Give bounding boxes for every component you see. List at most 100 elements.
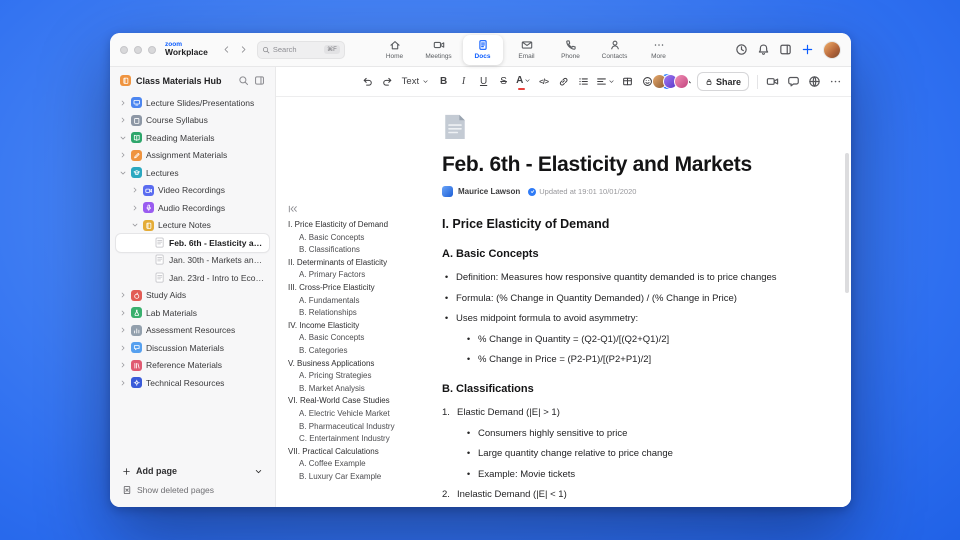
toc-item[interactable]: A. Coffee Example [288, 458, 434, 471]
toc-item[interactable]: B. Market Analysis [288, 383, 434, 396]
table-button[interactable] [620, 73, 635, 91]
toc-item[interactable]: B. Relationships [288, 307, 434, 320]
sidebar-item[interactable]: Study Aids [116, 287, 269, 305]
toc-item[interactable]: B. Luxury Car Example [288, 471, 434, 484]
text-color-button[interactable]: A [516, 73, 531, 91]
more-button[interactable] [829, 75, 842, 88]
sidebar-item[interactable]: Audio Recordings [116, 199, 269, 217]
plus-button[interactable] [801, 43, 814, 56]
document-title[interactable]: Feb. 6th - Elasticity and Markets [442, 153, 838, 177]
redo-button[interactable] [380, 73, 395, 91]
show-deleted-pages-button[interactable]: Show deleted pages [122, 485, 263, 495]
bold-button[interactable]: B [436, 73, 451, 91]
tab-meetings[interactable]: Meetings [419, 35, 459, 65]
toc-item[interactable]: B. Categories [288, 345, 434, 358]
sidebar-item[interactable]: Reading Materials [116, 129, 269, 147]
maximize-window-button[interactable] [148, 45, 156, 54]
chevron-right-icon[interactable] [118, 361, 127, 370]
chevron-right-icon[interactable] [118, 116, 127, 125]
toc-item[interactable]: B. Pharmaceutical Industry [288, 421, 434, 434]
toc-item[interactable]: IV. Income Elasticity [288, 320, 434, 333]
document-content[interactable]: Feb. 6th - Elasticity and Markets Mauric… [442, 97, 838, 507]
sidebar-item[interactable]: Technical Resources [116, 374, 269, 392]
forward-button[interactable] [235, 41, 252, 58]
italic-button[interactable]: I [456, 73, 471, 91]
chevron-down-icon[interactable] [118, 168, 127, 177]
toc-item[interactable]: B. Classifications [288, 244, 434, 257]
chevron-right-icon[interactable] [118, 308, 127, 317]
chevron-right-icon[interactable] [118, 291, 127, 300]
chevron-right-icon[interactable] [118, 378, 127, 387]
history-button[interactable] [735, 43, 748, 56]
plus-icon [122, 467, 131, 476]
scrollbar-thumb[interactable] [845, 153, 849, 293]
tab-home[interactable]: Home [375, 35, 415, 65]
sidebar-item[interactable]: Video Recordings [116, 182, 269, 200]
back-button[interactable] [218, 41, 235, 58]
collaborator-avatar[interactable] [673, 74, 689, 89]
bell-button[interactable] [757, 43, 770, 56]
document-area[interactable]: I. Price Elasticity of Demand A. Basic Co… [276, 97, 851, 507]
toc-item[interactable]: A. Basic Concepts [288, 332, 434, 345]
sidebar-item[interactable]: Feb. 6th - Elasticity and M... [116, 234, 269, 252]
tab-more[interactable]: More [639, 35, 679, 65]
tab-docs[interactable]: Docs [462, 34, 503, 65]
chevron-right-icon[interactable] [118, 326, 127, 335]
comment-button[interactable] [787, 75, 800, 88]
add-page-options-chevron-icon[interactable] [254, 467, 263, 476]
globe-button[interactable] [808, 75, 821, 88]
sidebar-item[interactable]: Discussion Materials [116, 339, 269, 357]
chevron-right-icon[interactable] [118, 151, 127, 160]
sidebar-item[interactable]: Lectures [116, 164, 269, 182]
toc-item[interactable]: III. Cross-Price Elasticity [288, 282, 434, 295]
chevron-down-icon[interactable] [130, 221, 139, 230]
text-style-select[interactable]: Text [400, 76, 431, 87]
toc-item[interactable]: A. Pricing Strategies [288, 370, 434, 383]
share-button[interactable]: Share [696, 72, 749, 91]
collapse-sidebar-icon[interactable] [254, 75, 265, 86]
tab-contacts[interactable]: Contacts [595, 35, 635, 65]
close-window-button[interactable] [120, 45, 128, 54]
sidebar-item[interactable]: Lecture Slides/Presentations [116, 94, 269, 112]
toc-item[interactable]: I. Price Elasticity of Demand [288, 219, 434, 232]
sidebar-item[interactable]: Jan. 30th - Markets and P... [116, 252, 269, 270]
toc-item[interactable]: A. Fundamentals [288, 295, 434, 308]
toc-item[interactable]: II. Determinants of Elasticity [288, 257, 434, 270]
global-search[interactable]: Search ⌘F [256, 40, 345, 59]
tab-email[interactable]: Email [507, 35, 547, 65]
toc-item[interactable]: VII. Practical Calculations [288, 446, 434, 459]
toc-item[interactable]: A. Basic Concepts [288, 232, 434, 245]
toc-item[interactable]: V. Business Applications [288, 358, 434, 371]
minimize-window-button[interactable] [134, 45, 142, 54]
chevron-right-icon[interactable] [130, 186, 139, 195]
toc-item[interactable]: C. Entertainment Industry [288, 433, 434, 446]
toc-item[interactable]: A. Electric Vehicle Market [288, 408, 434, 421]
user-avatar[interactable] [823, 40, 841, 59]
sidebar-item[interactable]: Lab Materials [116, 304, 269, 322]
sidebar-item[interactable]: Lecture Notes [116, 217, 269, 235]
chevron-right-icon[interactable] [118, 343, 127, 352]
sidebar-item[interactable]: Course Syllabus [116, 112, 269, 130]
video-button[interactable] [766, 75, 779, 88]
tab-phone[interactable]: Phone [551, 35, 591, 65]
chevron-down-icon[interactable] [118, 133, 127, 142]
toc-item[interactable]: A. Primary Factors [288, 269, 434, 282]
chevron-right-icon[interactable] [130, 203, 139, 212]
sidebar-item[interactable]: Jan. 23rd - Intro to Econo... [116, 269, 269, 287]
undo-button[interactable] [360, 73, 375, 91]
align-button[interactable] [596, 73, 615, 91]
sidebar-item[interactable]: Assessment Resources [116, 322, 269, 340]
link-button[interactable] [556, 73, 571, 91]
bullet-list-button[interactable] [576, 73, 591, 91]
add-page-button[interactable]: Add page [122, 466, 263, 476]
collapse-outline-icon[interactable] [288, 204, 298, 214]
toc-item[interactable]: VI. Real-World Case Studies [288, 395, 434, 408]
chevron-right-icon[interactable] [118, 98, 127, 107]
underline-button[interactable]: U [476, 73, 491, 91]
sidebar-item[interactable]: Reference Materials [116, 357, 269, 375]
sidebar-item[interactable]: Assignment Materials [116, 147, 269, 165]
sidebar-search-icon[interactable] [238, 75, 249, 86]
strikethrough-button[interactable]: S [496, 73, 511, 91]
code-button[interactable]: </> [536, 73, 551, 91]
panel-button[interactable] [779, 43, 792, 56]
